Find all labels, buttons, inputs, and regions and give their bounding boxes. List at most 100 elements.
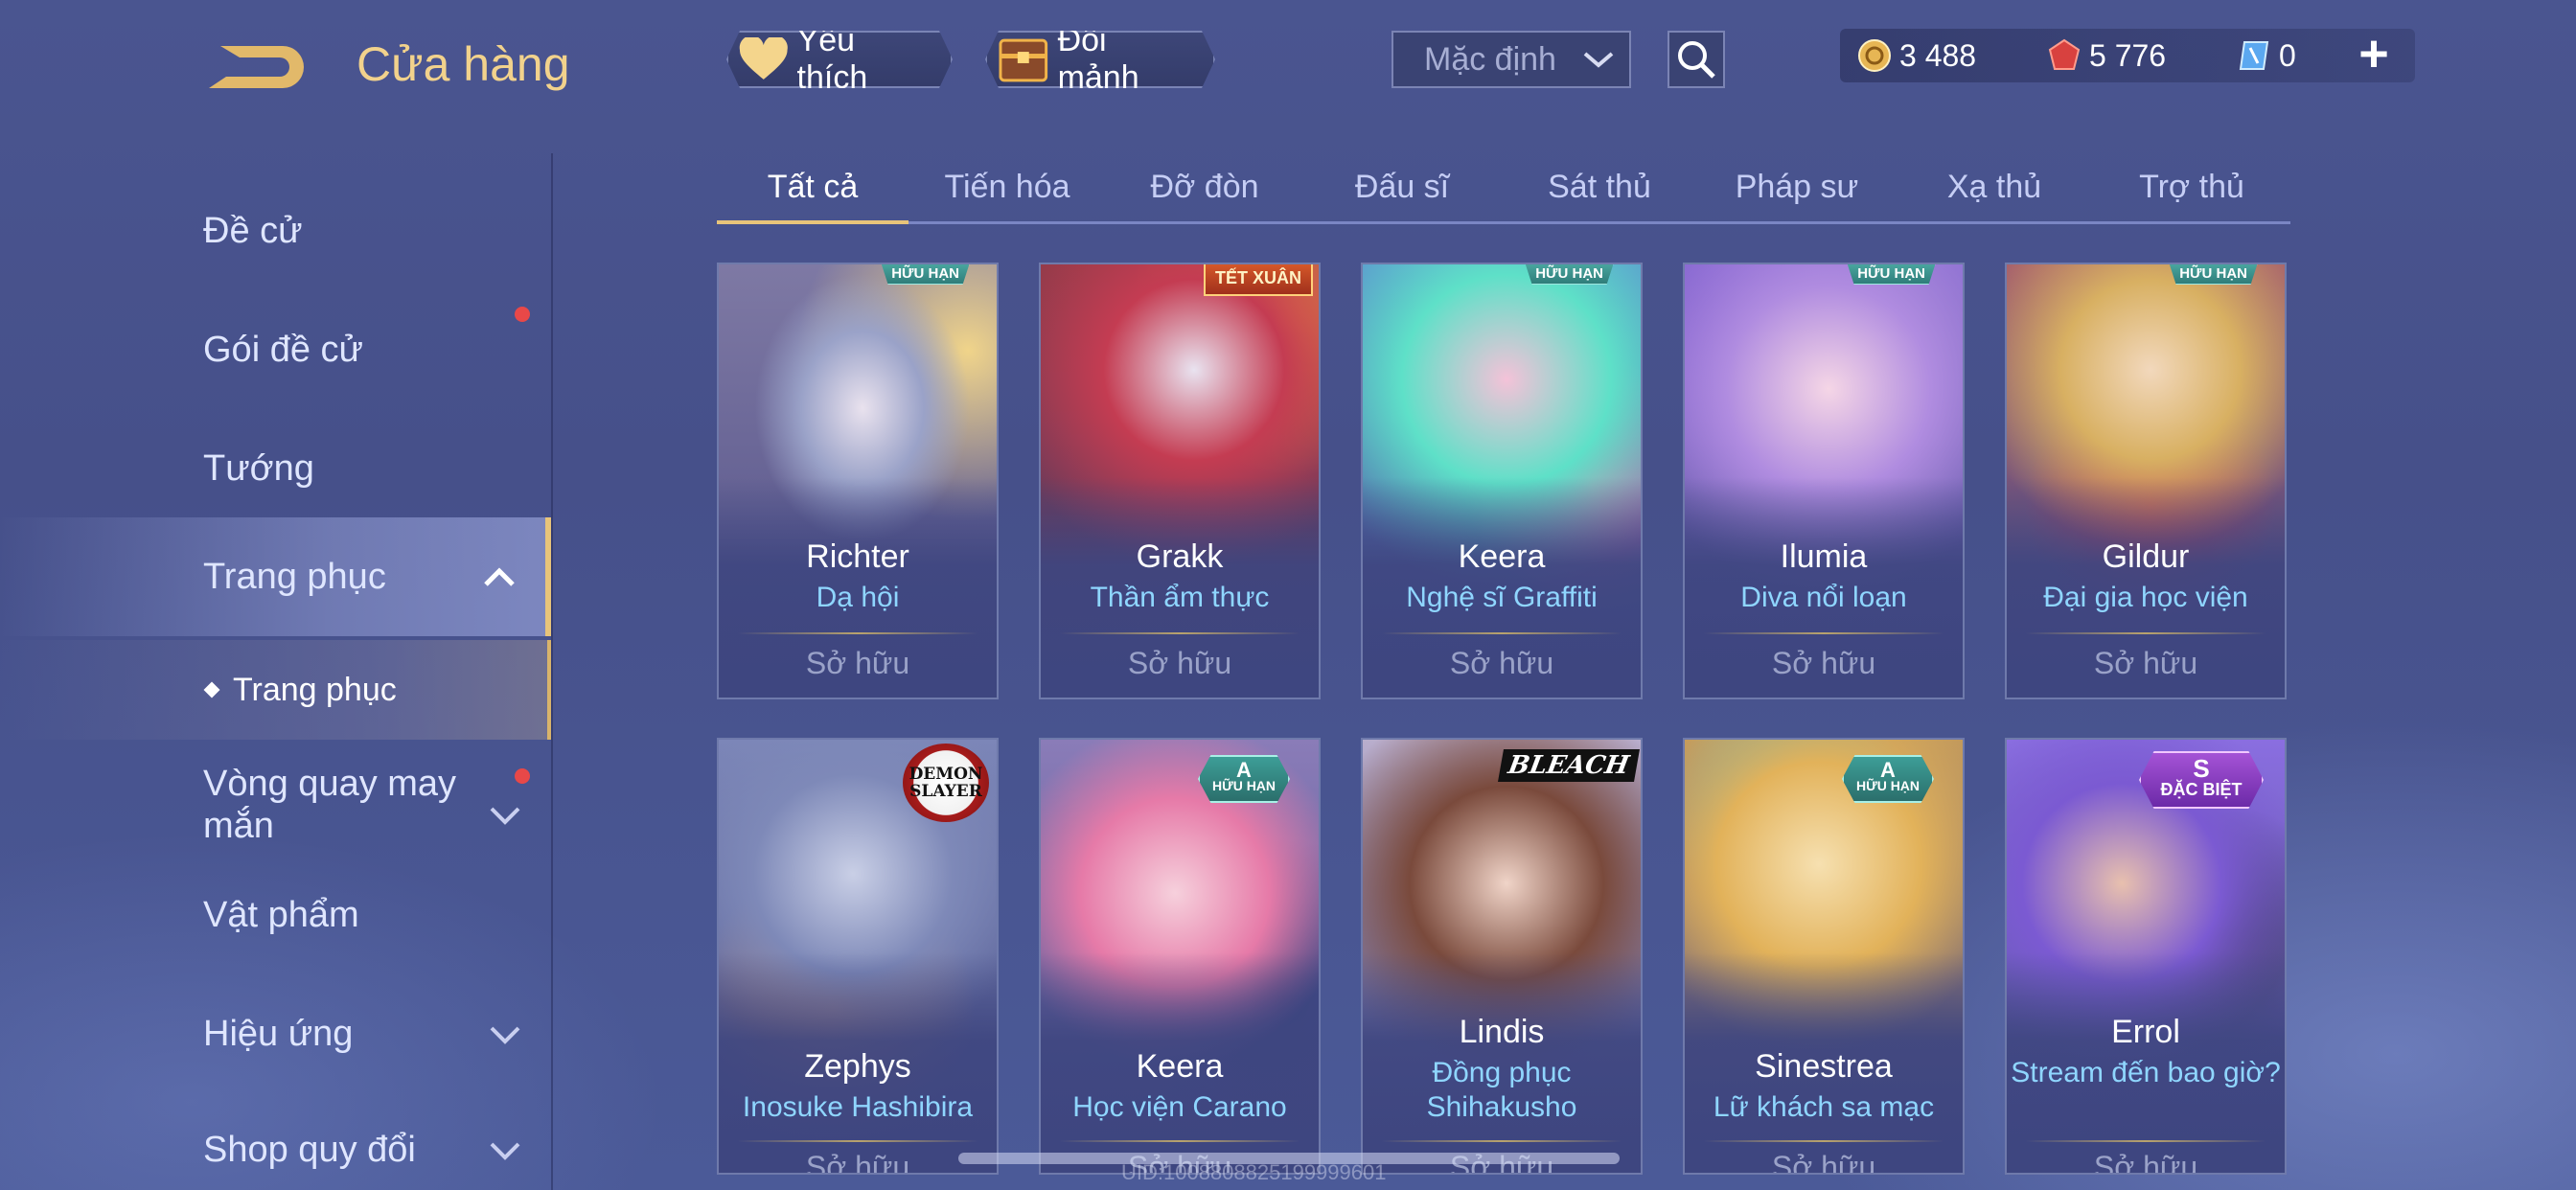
limited-badge: HỮU HẠN [1847, 264, 1936, 285]
card-divider [1060, 1140, 1300, 1142]
sidebar-item-recommended[interactable]: Đề cử [0, 188, 551, 274]
gold-value: 3 488 [1899, 37, 1977, 73]
tier-a-limited-badge: A HỮU HẠN [1842, 755, 1934, 803]
skin-card[interactable]: HỮU HẠN Gildur Đại gia học viện Sở hữu [2005, 263, 2287, 699]
owned-status: Sở hữu [1771, 646, 1876, 680]
gold-currency: 3 488 [1857, 38, 2030, 74]
badge-tier: S [2193, 754, 2210, 783]
limited-badge: HỮU HẠN [881, 264, 970, 285]
skin-name: Lữ khách sa mạc [1713, 1091, 1935, 1123]
tier-a-limited-badge: A HỮU HẠN [1198, 755, 1290, 803]
chevron-down-icon [490, 1142, 520, 1160]
ruby-value: 5 776 [2089, 37, 2167, 73]
sidebar-item-label: Gói đề cử [203, 329, 363, 370]
voucher-value: 0 [2279, 37, 2296, 73]
exchange-fragments-button[interactable]: Đổi mảnh [985, 31, 1215, 88]
skin-card[interactable]: HỮU HẠN Keera Nghệ sĩ Graffiti Sở hữu [1361, 263, 1643, 699]
role-tabs: Tất cả Tiến hóa Đỡ đòn Đấu sĩ Sát thủ Ph… [717, 153, 2290, 224]
owned-status: Sở hữu [1771, 1150, 1876, 1175]
tab-support[interactable]: Trợ thủ [2093, 153, 2290, 221]
skin-name: Stream đến bao giờ? [2011, 1057, 2281, 1088]
skin-name: Đại gia học viện [2043, 582, 2248, 613]
card-divider [2026, 632, 2266, 634]
skin-card[interactable]: HỮU HẠN Ilumia Diva nổi loạn Sở hữu [1683, 263, 1965, 699]
top-bar: Cửa hàng Yêu thích Đổi mảnh Mặc định 3 4… [0, 0, 2576, 125]
sidebar-item-label: Tướng [203, 447, 314, 489]
back-arrow-icon [209, 46, 304, 88]
ruby-gem-icon [2048, 38, 2081, 70]
owned-status: Sở hữu [2093, 1150, 2198, 1175]
hero-name: Ilumia [1780, 538, 1868, 575]
sort-dropdown[interactable]: Mặc định [1392, 31, 1631, 88]
hero-name: Richter [806, 538, 909, 575]
badge-tier: A [1236, 758, 1252, 782]
card-divider [1382, 1140, 1622, 1142]
sidebar: Đề cử Gói đề cử Tướng Trang phục Trang p… [0, 153, 556, 1190]
hero-name: Gildur [2102, 538, 2190, 575]
skin-card[interactable]: S ĐẶC BIỆT Errol Stream đến bao giờ? Sở h… [2005, 738, 2287, 1175]
notification-dot [515, 768, 530, 784]
sidebar-item-exchange-shop[interactable]: Shop quy đổi [0, 1110, 551, 1190]
badge-tier: A [1880, 758, 1896, 782]
skin-name: Đồng phục Shihakusho [1426, 1057, 1577, 1123]
sidebar-item-label: Đề cử [203, 210, 303, 251]
sidebar-item-skins[interactable]: Trang phục [0, 517, 551, 636]
skin-card[interactable]: TẾT XUÂN Grakk Thần ẩm thực Sở hữu [1039, 263, 1321, 699]
skin-card[interactable]: DEMON SLAYER Zephys Inosuke Hashibira Sở … [717, 738, 999, 1175]
card-divider [1382, 632, 1622, 634]
limited-badge: HỮU HẠN [2169, 264, 2258, 285]
chevron-down-icon [490, 1026, 520, 1044]
skin-card[interactable]: AHỮU HẠN Keera Học viện Carano Sở hữu [1039, 738, 1321, 1175]
hero-name: Lindis [1459, 1014, 1545, 1050]
skin-card[interactable]: BLEACH Lindis Đồng phục Shihakusho Sở hữ… [1361, 738, 1643, 1175]
hero-name: Keera [1136, 1048, 1224, 1085]
tab-tank[interactable]: Đỡ đòn [1106, 153, 1303, 221]
favorites-label: Yêu thích [796, 22, 868, 96]
badge-label: ĐẶC BIỆT [2160, 780, 2242, 799]
tab-fighter[interactable]: Đấu sĩ [1303, 153, 1501, 221]
exchange-label: Đổi mảnh [1057, 22, 1139, 96]
tier-s-special-badge: S ĐẶC BIỆT [2139, 751, 2264, 809]
gold-coin-icon [1858, 39, 1891, 72]
tab-mage[interactable]: Pháp sư [1698, 153, 1896, 221]
sidebar-item-items[interactable]: Vật phẩm [0, 872, 551, 958]
add-currency-button[interactable]: + [2350, 25, 2398, 82]
skin-name: Nghệ sĩ Graffiti [1406, 582, 1598, 613]
tab-marksman[interactable]: Xạ thủ [1896, 153, 2093, 221]
back-button[interactable] [201, 34, 311, 98]
search-button[interactable] [1668, 31, 1725, 88]
uid-watermark: UID:1008808825199999601 [1121, 1160, 1387, 1184]
owned-status: Sở hữu [2093, 646, 2198, 680]
favorites-button[interactable]: Yêu thích [726, 31, 953, 88]
sidebar-item-lucky-wheel[interactable]: Vòng quay may mắn [0, 747, 551, 862]
heart-icon [738, 37, 790, 81]
sidebar-item-recommended-packs[interactable]: Gói đề cử [0, 307, 551, 393]
sidebar-item-label: Vòng quay may mắn [203, 764, 457, 846]
hero-name: Sinestrea [1755, 1048, 1893, 1085]
hero-name: Keera [1458, 538, 1546, 575]
hero-name: Grakk [1136, 538, 1224, 575]
page-title: Cửa hàng [356, 37, 570, 91]
sidebar-subitem-skins[interactable]: Trang phục [0, 640, 551, 740]
currency-bar: 3 488 5 776 0 [1840, 29, 2415, 82]
lunar-new-year-badge: TẾT XUÂN [1204, 264, 1313, 296]
sidebar-divider [551, 153, 553, 1190]
skin-card[interactable]: A HỮU HẠN Sinestrea Lữ khách sa mạc Sở hữ… [1683, 738, 1965, 1175]
sidebar-item-effects[interactable]: Hiệu ứng [0, 991, 551, 1077]
tab-assassin[interactable]: Sát thủ [1501, 153, 1698, 221]
sidebar-item-heroes[interactable]: Tướng [0, 425, 551, 512]
owned-status: Sở hữu [1449, 646, 1554, 680]
tab-evolution[interactable]: Tiến hóa [908, 153, 1106, 221]
treasure-chest-icon [997, 34, 1050, 84]
card-divider [1060, 632, 1300, 634]
skin-name: Học viện Carano [1072, 1091, 1287, 1123]
badge-label: HỮU HẠN [1855, 778, 1920, 793]
ruby-currency: 5 776 [2047, 38, 2220, 74]
search-icon [1678, 41, 1715, 79]
sidebar-item-label: Shop quy đổi [203, 1129, 416, 1170]
card-divider [738, 632, 978, 634]
card-divider [738, 1140, 978, 1142]
tab-all[interactable]: Tất cả [717, 153, 908, 224]
skin-card[interactable]: HỮU HẠN Richter Dạ hội Sở hữu [717, 263, 999, 699]
chevron-up-icon [484, 567, 515, 586]
